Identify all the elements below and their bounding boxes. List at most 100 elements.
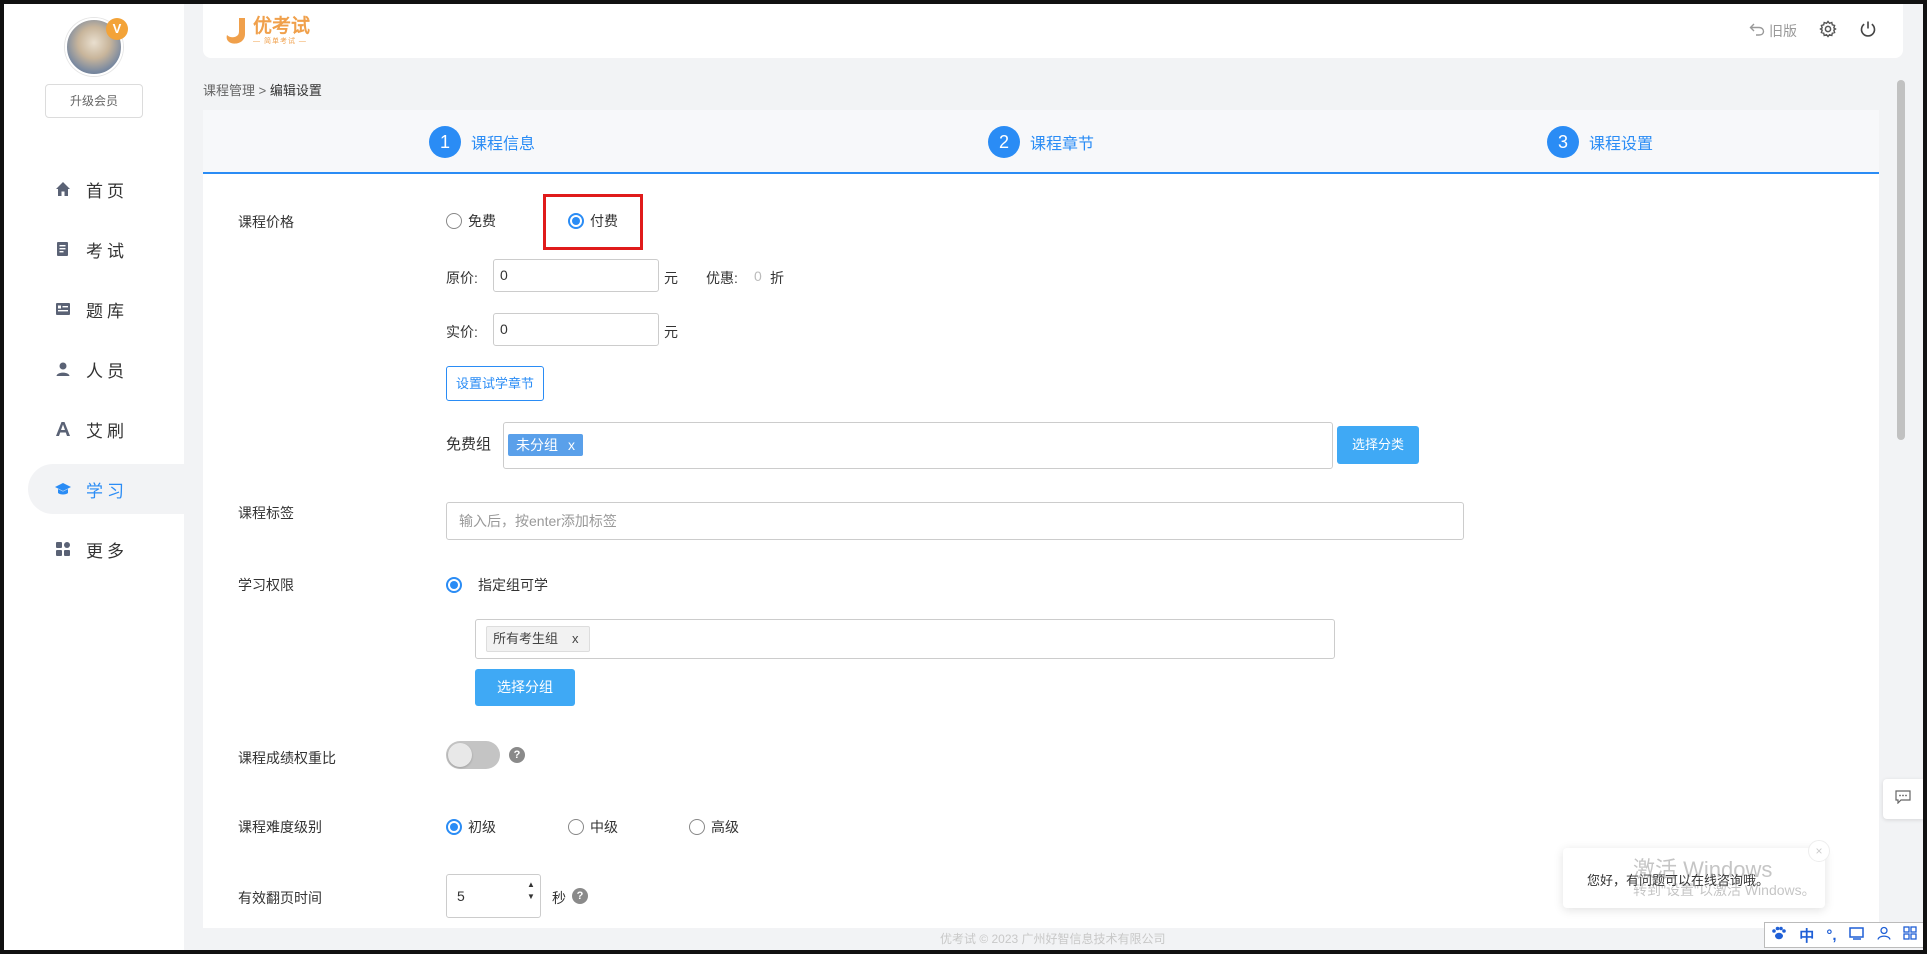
sidebar-item-home[interactable]: 首页	[4, 164, 184, 214]
discount-label: 优惠:	[706, 270, 738, 286]
step-label: 课程章节	[1030, 136, 1095, 153]
tag-remove-button[interactable]: x	[568, 437, 575, 453]
permission-group-tag: 所有考生组 x	[486, 626, 590, 652]
number-spinner-arrows-icon[interactable]: ▲ ▼	[526, 879, 536, 903]
sidebar-item-more[interactable]: 更多	[4, 524, 184, 574]
sidebar-item-label: 题库	[86, 301, 128, 321]
tag-remove-button[interactable]: x	[572, 631, 579, 646]
tag-label: 未分组	[516, 437, 558, 453]
logo-mark-icon	[225, 16, 249, 46]
upgrade-member-button[interactable]: 升级会员	[45, 84, 143, 118]
sidebar-item-label: 艾刷	[86, 421, 128, 441]
set-trial-chapters-button[interactable]: 设置试学章节	[446, 366, 544, 401]
grade-weight-toggle[interactable]	[446, 741, 500, 769]
chat-side-button[interactable]	[1883, 779, 1923, 819]
exam-icon	[54, 240, 72, 258]
grid-icon	[54, 540, 72, 558]
old-version-link[interactable]: 旧版	[1749, 21, 1797, 41]
ime-toolbar[interactable]: 中 °,	[1764, 922, 1924, 948]
course-tags-input[interactable]: 输入后，按enter添加标签	[446, 502, 1464, 540]
help-question-icon[interactable]: ?	[572, 888, 588, 904]
discount-value: 0	[754, 268, 762, 284]
breadcrumb-separator: >	[258, 83, 267, 98]
sidebar: V 升级会员 首页 考试 题库 人员 艾刷 学习 更多	[4, 4, 184, 950]
sidebar-nav: 首页 考试 题库 人员 艾刷 学习 更多	[4, 164, 184, 584]
free-group-tag-box[interactable]: 未分组 x	[503, 422, 1333, 469]
logo-text: 优考试	[253, 15, 311, 37]
activate-windows-subtext: 转到"设置"以激活 Windows。	[1633, 882, 1816, 898]
help-question-icon[interactable]: ?	[509, 747, 525, 763]
currency-unit: 元	[664, 270, 678, 286]
sidebar-item-study[interactable]: 学习	[28, 464, 184, 514]
difficulty-label: 课程难度级别	[238, 819, 322, 835]
price-free-radio[interactable]: 免费	[446, 211, 496, 231]
designated-group-radio[interactable]: 指定组可学	[446, 575, 548, 595]
breadcrumb-parent[interactable]: 课程管理	[203, 83, 255, 98]
highlight-box	[543, 194, 643, 250]
step-course-chapters[interactable]: 2 课程章节	[988, 126, 1094, 158]
difficulty-intermediate-radio[interactable]: 中级	[568, 817, 618, 837]
ime-user-icon[interactable]	[1877, 926, 1891, 944]
free-group-tag: 未分组 x	[508, 434, 583, 456]
actual-price-label: 实价:	[446, 324, 478, 340]
permission-group-tag-box[interactable]: 所有考生组 x	[475, 619, 1335, 659]
radio-label: 指定组可学	[478, 577, 548, 593]
step-course-settings[interactable]: 3 课程设置	[1547, 126, 1653, 158]
step-course-info[interactable]: 1 课程信息	[429, 126, 535, 158]
question-bank-icon	[54, 300, 72, 318]
difficulty-advanced-radio[interactable]: 高级	[689, 817, 739, 837]
course-price-label: 课程价格	[238, 214, 294, 230]
sidebar-item-exam[interactable]: 考试	[4, 224, 184, 274]
breadcrumb-current: 编辑设置	[269, 83, 322, 98]
ime-grid-icon[interactable]	[1903, 926, 1917, 944]
page-turn-time-label: 有效翻页时间	[238, 890, 322, 906]
choose-category-button[interactable]: 选择分类	[1337, 426, 1419, 464]
actual-price-input[interactable]: 0	[493, 313, 659, 346]
ime-mode[interactable]: 中	[1799, 925, 1814, 946]
chat-close-button[interactable]: ×	[1808, 840, 1830, 862]
logo-subtext: — 简单考试 —	[253, 37, 307, 45]
radio-circle	[568, 819, 584, 835]
step-number: 3	[1547, 126, 1579, 158]
old-version-label: 旧版	[1769, 22, 1797, 39]
paw-icon[interactable]	[1771, 926, 1787, 944]
logo[interactable]: 优考试 — 简单考试 —	[225, 16, 310, 46]
sidebar-item-label: 考试	[86, 241, 128, 261]
home-icon	[54, 180, 72, 198]
font-a-icon	[54, 420, 72, 438]
discount-unit: 折	[770, 270, 784, 286]
radio-label: 初级	[468, 819, 496, 835]
sidebar-item-people[interactable]: 人员	[4, 344, 184, 394]
seconds-unit: 秒	[552, 890, 566, 906]
power-icon[interactable]	[1859, 20, 1877, 41]
chat-bubble-icon	[1895, 789, 1911, 809]
sidebar-item-question-bank[interactable]: 题库	[4, 284, 184, 334]
free-group-label: 免费组	[446, 436, 492, 453]
tag-label: 所有考生组	[493, 631, 559, 646]
person-icon	[54, 360, 72, 378]
vip-crown-icon: V	[106, 18, 128, 40]
sidebar-item-aishua[interactable]: 艾刷	[4, 404, 184, 454]
settings-gear-icon[interactable]	[1819, 20, 1837, 41]
page-turn-time-input[interactable]: 5 ▲ ▼	[446, 874, 541, 918]
graduation-cap-icon	[54, 480, 72, 498]
sidebar-item-label: 更多	[86, 541, 128, 561]
grade-weight-label: 课程成绩权重比	[238, 750, 336, 766]
edit-settings-panel: 1 课程信息 2 课程章节 3 课程设置 课程价格 免费 付费 原价: 0 元 …	[203, 110, 1879, 928]
step-label: 课程信息	[471, 136, 536, 153]
top-header: 优考试 — 简单考试 — 旧版	[203, 4, 1903, 58]
difficulty-beginner-radio[interactable]: 初级	[446, 817, 496, 837]
choose-group-button[interactable]: 选择分组	[475, 669, 575, 706]
step-label: 课程设置	[1589, 136, 1654, 153]
steps-bar: 1 课程信息 2 课程章节 3 课程设置	[203, 110, 1879, 174]
footer-copyright: 优考试 © 2023 广州好智信息技术有限公司	[940, 932, 1166, 946]
ime-punctuation[interactable]: °,	[1826, 927, 1836, 944]
scrollbar-thumb[interactable]	[1897, 80, 1905, 440]
step-number: 2	[988, 126, 1020, 158]
radio-circle-checked	[446, 819, 462, 835]
radio-circle	[446, 213, 462, 229]
ime-keyboard-icon[interactable]	[1848, 926, 1865, 944]
original-price-input[interactable]: 0	[493, 259, 659, 292]
step-number: 1	[429, 126, 461, 158]
radio-circle	[689, 819, 705, 835]
